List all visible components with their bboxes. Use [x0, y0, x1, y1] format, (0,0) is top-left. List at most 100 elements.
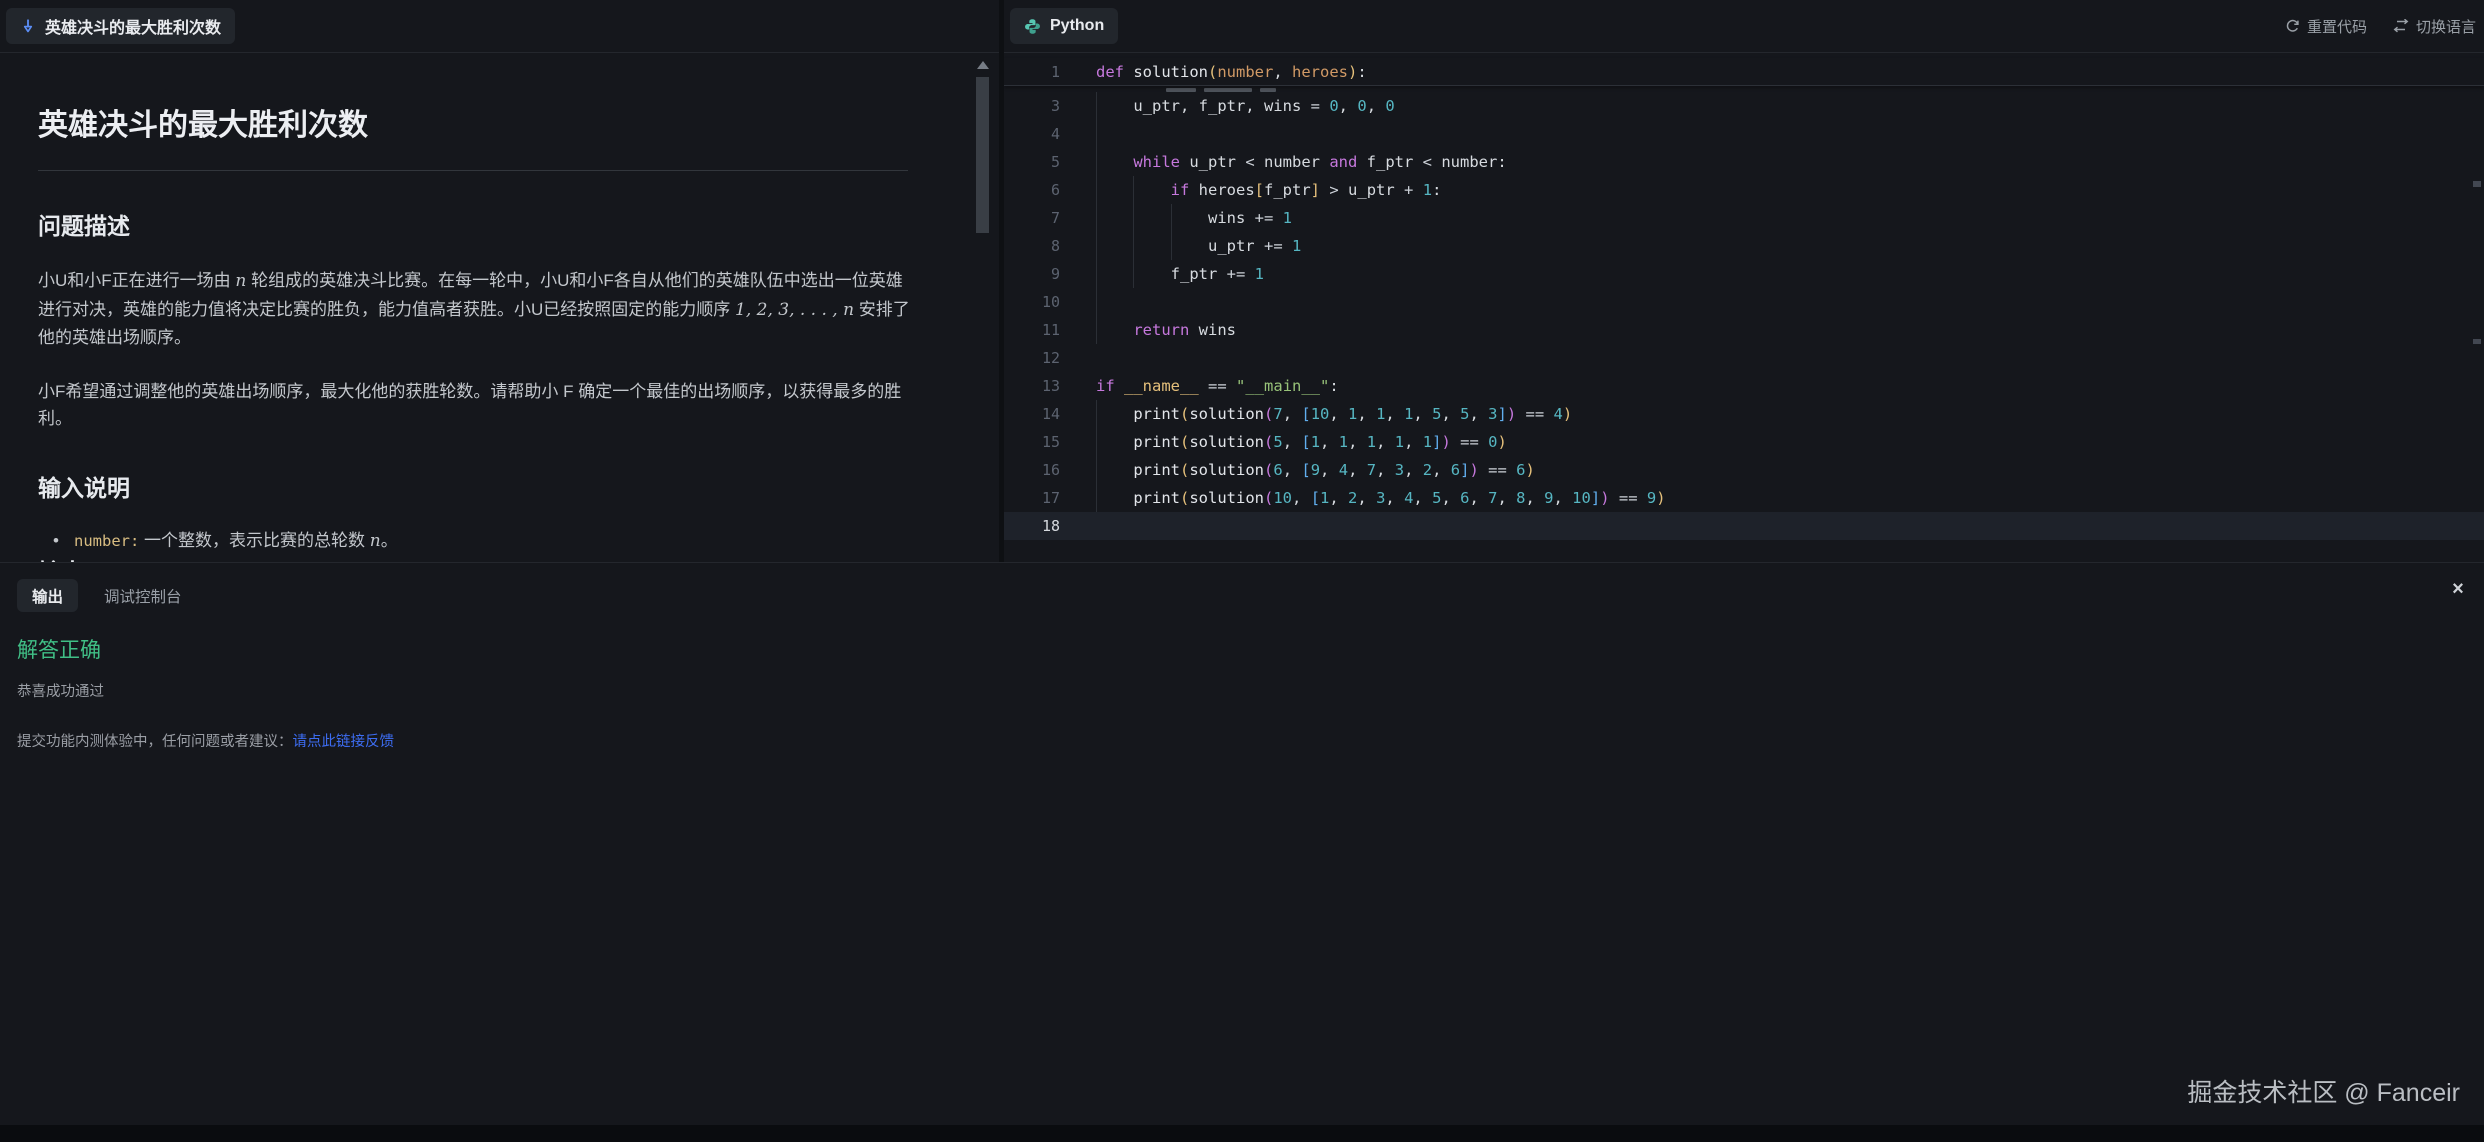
code-line-5[interactable]: 5 while u_ptr < number and f_ptr < numbe… [1004, 148, 2484, 176]
line-number: 12 [1004, 344, 1082, 372]
line-number: 13 [1004, 372, 1082, 400]
line-number: 1 [1004, 58, 1082, 85]
input-list: • number: 一个整数，表示比赛的总轮数 n。 • heroes: 一个长… [38, 527, 904, 563]
switch-language-button[interactable]: 切换语言 [2393, 16, 2476, 37]
tab-problem[interactable]: 英雄决斗的最大胜利次数 [6, 8, 235, 44]
sticky-scroll-line-1[interactable]: 1def solution(number, heroes): [1004, 58, 2484, 86]
close-panel-button[interactable]: × [2444, 575, 2472, 603]
watermark: 掘金技术社区 @ Fanceir [2187, 1073, 2460, 1109]
line-number: 10 [1004, 288, 1082, 316]
line-content [1082, 288, 2484, 316]
param-number: number: [74, 532, 139, 550]
line-number: 9 [1004, 260, 1082, 288]
line-content: f_ptr += 1 [1082, 260, 2484, 288]
indent-guide [1133, 204, 1134, 232]
result-status: 解答正确 [17, 634, 2484, 664]
indent-guide [1096, 428, 1097, 456]
indent-guide [1096, 204, 1097, 232]
code-line-12[interactable]: 12 [1004, 344, 2484, 372]
refresh-icon [2285, 19, 2300, 34]
indent-guide [1096, 148, 1097, 176]
editor-pane: Python 重置代码 切换语言 1def solution(number, h… [1004, 0, 2484, 562]
code-line-18[interactable]: 18 [1004, 512, 2484, 540]
editor-actions: 重置代码 切换语言 [2285, 16, 2478, 37]
line-number: 6 [1004, 176, 1082, 204]
math-n: n [370, 531, 381, 551]
line-number: 17 [1004, 484, 1082, 512]
sticky-scroll-row: 1def solution(number, heroes): [1004, 58, 2484, 86]
code-line-17[interactable]: 17 print(solution(10, [1, 2, 3, 4, 5, 6,… [1004, 484, 2484, 512]
feedback-text: 提交功能内测体验中，任何问题或者建议：请点此链接反馈 [17, 730, 2484, 751]
line-number: 3 [1004, 92, 1082, 120]
description-scrollbar[interactable] [976, 77, 989, 233]
code-line-6[interactable]: 6 if heroes[f_ptr] > u_ptr + 1: [1004, 176, 2484, 204]
line-number: 8 [1004, 232, 1082, 260]
overview-ruler-mark [2473, 181, 2481, 187]
editor-tabbar: Python 重置代码 切换语言 [1004, 0, 2484, 53]
indent-guide [1096, 288, 1097, 316]
line-number: 14 [1004, 400, 1082, 428]
line-content: print(solution(5, [1, 1, 1, 1, 1]) == 0) [1082, 428, 2484, 456]
code-line-16[interactable]: 16 print(solution(6, [9, 4, 7, 3, 2, 6])… [1004, 456, 2484, 484]
code-line-3[interactable]: 3 u_ptr, f_ptr, wins = 0, 0, 0 [1004, 92, 2484, 120]
result-message: 恭喜成功通过 [17, 680, 2484, 701]
line-number: 5 [1004, 148, 1082, 176]
input-heading: 输入说明 [38, 469, 904, 503]
tab-debug-console[interactable]: 调试控制台 [90, 585, 196, 607]
line-content: u_ptr, f_ptr, wins = 0, 0, 0 [1082, 92, 2484, 120]
list-item-number: • number: 一个整数，表示比赛的总轮数 n。 [38, 527, 904, 555]
code-line-14[interactable]: 14 print(solution(7, [10, 1, 1, 1, 5, 5,… [1004, 400, 2484, 428]
line-content: return wins [1082, 316, 2484, 344]
line-content: if heroes[f_ptr] > u_ptr + 1: [1082, 176, 2484, 204]
tab-python[interactable]: Python [1010, 8, 1118, 44]
code-line-7[interactable]: 7 wins += 1 [1004, 204, 2484, 232]
code-line-15[interactable]: 15 print(solution(5, [1, 1, 1, 1, 1]) ==… [1004, 428, 2484, 456]
line-content: u_ptr += 1 [1082, 232, 2484, 260]
indent-guide [1133, 232, 1134, 260]
tab-output[interactable]: 输出 [17, 579, 78, 612]
bullet-icon: • [38, 527, 74, 555]
desc-heading: 问题描述 [38, 207, 904, 241]
line-number: 18 [1004, 512, 1082, 540]
output-heading-clipped: 输出 [38, 553, 84, 562]
indent-guide [1171, 204, 1172, 232]
code-line-8[interactable]: 8 u_ptr += 1 [1004, 232, 2484, 260]
paragraph-1: 小U和小F正在进行一场由 n 轮组成的英雄决斗比赛。在每一轮中，小U和小F各自从… [38, 267, 913, 352]
app-window: 英雄决斗的最大胜利次数 英雄决斗的最大胜利次数 问题描述 小U和小F正在进行一场… [0, 0, 2484, 1142]
line-number: 4 [1004, 120, 1082, 148]
code-editor[interactable]: 1def solution(number, heroes): 3 u_ptr, … [1004, 53, 2484, 562]
problem-description[interactable]: 英雄决斗的最大胜利次数 问题描述 小U和小F正在进行一场由 n 轮组成的英雄决斗… [0, 53, 999, 562]
code-line-9[interactable]: 9 f_ptr += 1 [1004, 260, 2484, 288]
indent-guide [1096, 484, 1097, 512]
line-content [1082, 120, 2484, 148]
line-content: print(solution(10, [1, 2, 3, 4, 5, 6, 7,… [1082, 484, 2484, 512]
code-line-13[interactable]: 13if __name__ == "__main__": [1004, 372, 2484, 400]
indent-guide [1133, 260, 1134, 288]
indent-guide [1096, 316, 1097, 344]
feedback-link[interactable]: 请点此链接反馈 [293, 734, 395, 750]
line-content: print(solution(6, [9, 4, 7, 3, 2, 6]) ==… [1082, 456, 2484, 484]
indent-guide [1096, 232, 1097, 260]
line-content [1082, 512, 2484, 540]
math-n: n [235, 271, 246, 291]
output-tabbar: 输出 调试控制台 [17, 579, 2484, 612]
overview-ruler-mark [2473, 339, 2481, 344]
output-panel: 输出 调试控制台 × 解答正确 恭喜成功通过 提交功能内测体验中，任何问题或者建… [0, 563, 2484, 1141]
code-lines: 3 u_ptr, f_ptr, wins = 0, 0, 045 while u… [1004, 92, 2484, 540]
paragraph-2: 小F希望通过调整他的英雄出场顺序，最大化他的获胜轮数。请帮助小 F 确定一个最佳… [38, 378, 913, 433]
top-section: 英雄决斗的最大胜利次数 英雄决斗的最大胜利次数 问题描述 小U和小F正在进行一场… [0, 0, 2484, 563]
line-number: 11 [1004, 316, 1082, 344]
code-line-4[interactable]: 4 [1004, 120, 2484, 148]
indent-guide [1096, 260, 1097, 288]
problem-download-icon [20, 18, 36, 35]
code-line-11[interactable]: 11 return wins [1004, 316, 2484, 344]
scrollbar-up-arrow[interactable] [977, 61, 989, 69]
python-tab-label: Python [1050, 17, 1104, 35]
title-divider [38, 170, 908, 171]
problem-tab-label: 英雄决斗的最大胜利次数 [45, 14, 221, 38]
indent-guide [1133, 176, 1134, 204]
python-icon [1024, 18, 1041, 35]
math-sequence: 1, 2, 3, . . . , n [735, 300, 854, 320]
code-line-10[interactable]: 10 [1004, 288, 2484, 316]
reset-code-button[interactable]: 重置代码 [2285, 16, 2367, 37]
